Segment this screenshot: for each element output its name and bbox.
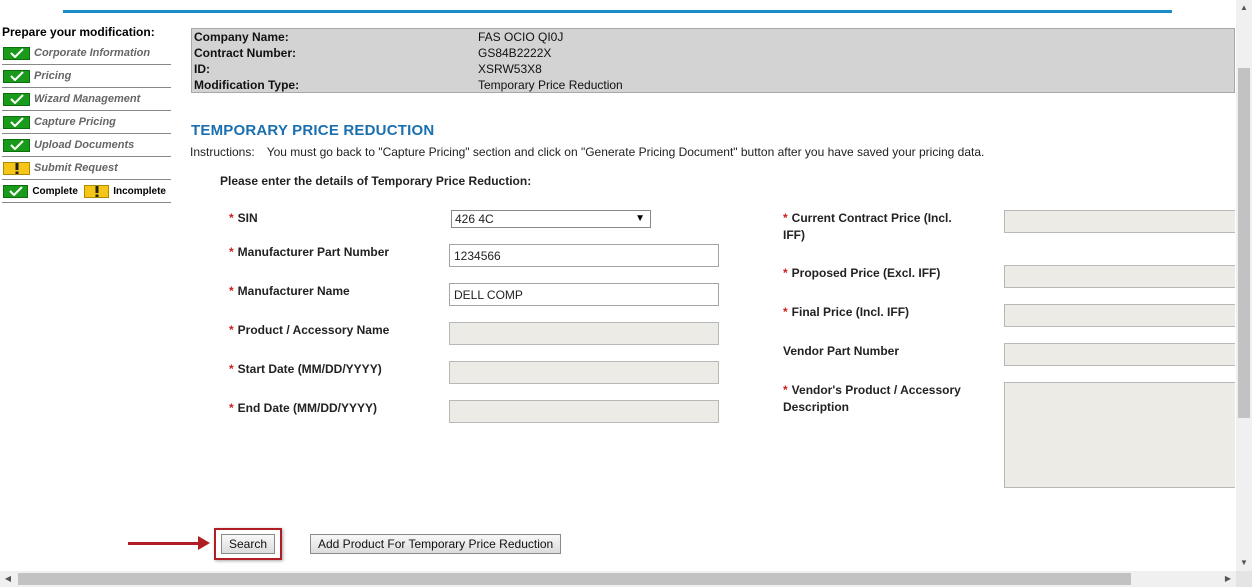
label-text: Manufacturer Name — [237, 284, 350, 298]
final-price-input[interactable] — [1004, 304, 1235, 327]
product-accessory-name-label: * Product / Accessory Name — [229, 322, 389, 339]
sidebar: Prepare your modification: Corporate Inf… — [2, 24, 171, 203]
sidebar-item-wizard-management[interactable]: Wizard Management — [2, 88, 171, 111]
info-value: GS84B2222X — [478, 46, 552, 60]
sidebar-item-pricing[interactable]: Pricing — [2, 65, 171, 88]
start-date-label: * Start Date (MM/DD/YYYY) — [229, 361, 382, 378]
check-icon — [3, 184, 29, 198]
required-mark: * — [783, 266, 788, 280]
check-icon — [3, 46, 30, 60]
horizontal-scrollbar[interactable]: ◀ ▶ — [0, 571, 1236, 587]
scroll-down-icon[interactable]: ▼ — [1236, 555, 1252, 571]
info-value: FAS OCIO QI0J — [478, 30, 564, 44]
manufacturer-name-input[interactable] — [449, 283, 719, 306]
search-button[interactable]: Search — [221, 534, 276, 554]
check-icon — [3, 92, 30, 106]
end-date-input[interactable] — [449, 400, 719, 423]
required-mark: * — [229, 245, 234, 259]
current-contract-price-label: * Current Contract Price (Incl. IFF) — [783, 210, 973, 244]
required-mark: * — [229, 284, 234, 298]
required-mark: * — [229, 323, 234, 337]
check-icon — [3, 115, 30, 129]
instructions: Instructions: You must go back to "Captur… — [190, 145, 984, 159]
label-text: SIN — [237, 211, 258, 225]
legend-incomplete-label: Incomplete — [113, 185, 166, 197]
label-text: Start Date (MM/DD/YYYY) — [237, 362, 382, 376]
required-mark: * — [783, 305, 788, 319]
info-label: Contract Number: — [194, 46, 297, 60]
end-date-label: * End Date (MM/DD/YYYY) — [229, 400, 377, 417]
form-subheading: Please enter the details of Temporary Pr… — [220, 174, 532, 188]
required-mark: * — [229, 401, 234, 415]
vendor-description-textarea[interactable] — [1004, 382, 1235, 488]
required-mark: * — [229, 211, 234, 225]
vertical-scrollbar[interactable]: ▲ ▼ — [1236, 0, 1252, 571]
label-text: Current Contract Price (Incl. IFF) — [783, 211, 952, 242]
current-contract-price-input[interactable] — [1004, 210, 1235, 233]
sidebar-item-label: Wizard Management — [34, 93, 141, 105]
sidebar-heading: Prepare your modification: — [2, 25, 155, 39]
sidebar-item-label: Corporate Information — [34, 47, 151, 59]
manufacturer-part-number-label: * Manufacturer Part Number — [229, 244, 389, 261]
add-product-button[interactable]: Add Product For Temporary Price Reductio… — [310, 534, 562, 554]
vendor-part-number-label: Vendor Part Number — [783, 344, 900, 358]
sidebar-item-upload-documents[interactable]: Upload Documents — [2, 134, 171, 157]
manufacturer-name-label: * Manufacturer Name — [229, 283, 350, 300]
vendor-description-label: * Vendor's Product / Accessory Descriptio… — [783, 382, 973, 416]
label-text: Vendor's Product / Accessory Description — [783, 383, 961, 414]
instructions-label: Instructions: — [190, 145, 255, 159]
legend-complete-label: Complete — [32, 185, 78, 197]
proposed-price-input[interactable] — [1004, 265, 1235, 288]
sidebar-item-label: Capture Pricing — [34, 116, 116, 128]
product-accessory-name-input[interactable] — [449, 322, 719, 345]
exclamation-icon — [3, 161, 30, 175]
required-mark: * — [229, 362, 234, 376]
check-icon — [3, 138, 30, 152]
label-text: Manufacturer Part Number — [237, 245, 390, 259]
annotation-arrow-line — [128, 542, 200, 545]
vendor-part-number-input[interactable] — [1004, 343, 1235, 366]
scroll-up-icon[interactable]: ▲ — [1236, 0, 1252, 16]
horizontal-scroll-thumb[interactable] — [18, 573, 1131, 585]
sin-select[interactable]: 426 4C ▼ — [451, 210, 651, 228]
label-text: End Date (MM/DD/YYYY) — [237, 401, 378, 415]
sidebar-item-label: Upload Documents — [34, 139, 135, 151]
required-mark: * — [783, 383, 788, 397]
scrollbar-corner — [1236, 571, 1252, 587]
page-title: TEMPORARY PRICE REDUCTION — [191, 122, 435, 139]
exclamation-icon — [83, 184, 110, 198]
manufacturer-part-number-input[interactable] — [449, 244, 719, 267]
info-value: XSRW53X8 — [478, 62, 542, 76]
required-mark: * — [783, 211, 788, 225]
start-date-input[interactable] — [449, 361, 719, 384]
scroll-right-icon[interactable]: ▶ — [1220, 571, 1236, 587]
modification-info-panel: Company Name: FAS OCIO QI0J Contract Num… — [191, 28, 1235, 93]
chevron-down-icon: ▼ — [635, 213, 645, 224]
sin-label: * SIN — [229, 210, 258, 227]
sidebar-item-capture-pricing[interactable]: Capture Pricing — [2, 111, 171, 134]
annotation-arrow-head — [198, 536, 210, 550]
sidebar-item-corporate-information[interactable]: Corporate Information — [2, 42, 171, 65]
status-legend: Complete Incomplete — [2, 180, 171, 203]
top-divider — [63, 10, 1172, 13]
sin-selected-value: 426 4C — [455, 212, 494, 226]
sidebar-item-submit-request[interactable]: Submit Request — [2, 157, 171, 180]
info-label: ID: — [194, 62, 210, 76]
label-text: Final Price (Incl. IFF) — [791, 305, 910, 319]
sidebar-item-label: Pricing — [34, 70, 72, 82]
proposed-price-label: * Proposed Price (Excl. IFF) — [783, 265, 940, 282]
label-text: Proposed Price (Excl. IFF) — [791, 266, 941, 280]
final-price-label: * Final Price (Incl. IFF) — [783, 304, 909, 321]
info-label: Modification Type: — [194, 78, 300, 92]
label-text: Product / Accessory Name — [237, 323, 390, 337]
check-icon — [3, 69, 30, 83]
scroll-left-icon[interactable]: ◀ — [0, 571, 16, 587]
vertical-scroll-thumb[interactable] — [1238, 68, 1250, 418]
info-value: Temporary Price Reduction — [478, 78, 623, 92]
instructions-text: You must go back to "Capture Pricing" se… — [266, 145, 985, 159]
info-label: Company Name: — [194, 30, 289, 44]
sidebar-item-label: Submit Request — [34, 162, 118, 174]
